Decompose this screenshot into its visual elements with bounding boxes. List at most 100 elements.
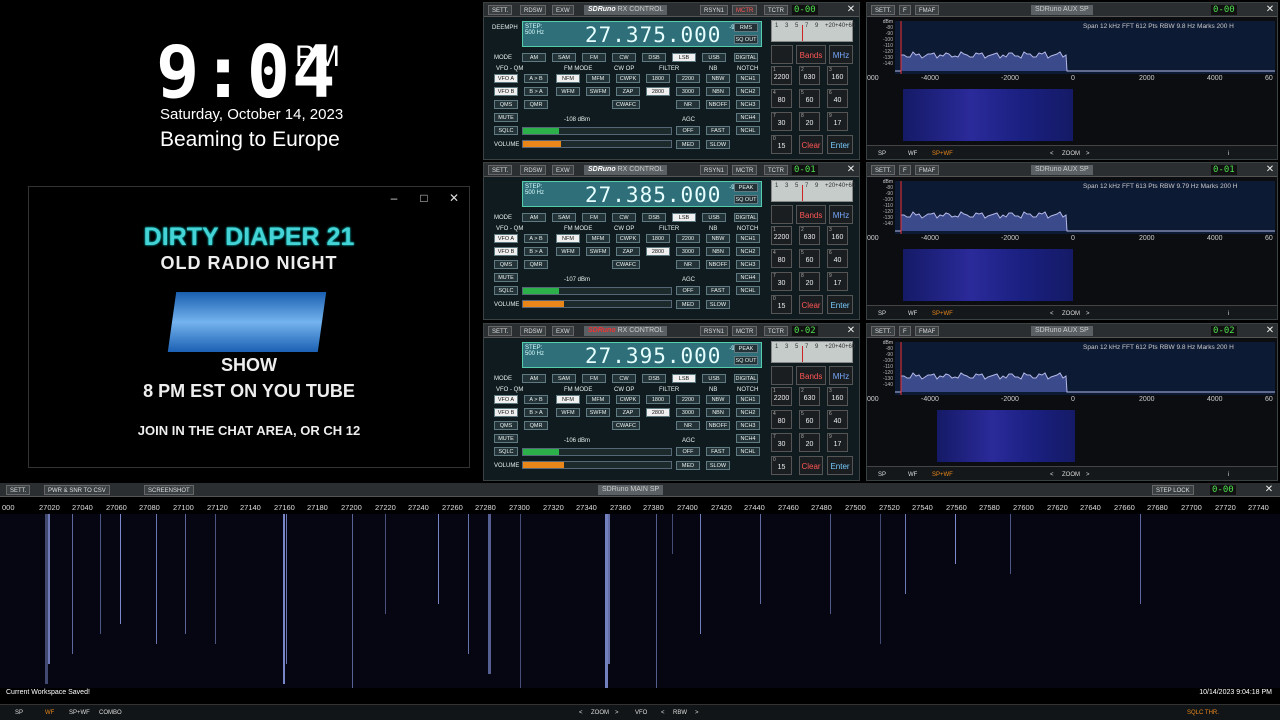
vfoa-button[interactable]: VFO A [494,74,518,83]
agc-med-button[interactable]: MED [676,140,700,149]
mode-sam-button[interactable]: SAM [552,374,576,383]
aux-spwf-button[interactable]: SP+WF [929,470,956,480]
wfm-button[interactable]: WFM [556,87,580,96]
aux-wf-button[interactable]: WF [905,309,920,319]
digital-button[interactable]: DIGITAL [734,213,758,222]
aux-wf-button[interactable]: WF [905,470,920,480]
aux-f-button[interactable]: F [899,165,911,175]
rdsw-button[interactable]: RDSW [520,326,547,336]
cwpk-button[interactable]: CWPK [616,234,640,243]
mute-button[interactable]: MUTE [494,113,518,122]
nch2-button[interactable]: NCH2 [736,87,760,96]
mode-fm-button[interactable]: FM [582,374,606,383]
mute-button[interactable]: MUTE [494,273,518,282]
aux-zoom-next[interactable]: > [1083,470,1093,480]
sqlc-button[interactable]: SQLC [494,447,518,456]
mode-lsb-button[interactable]: LSB [672,53,696,62]
main-settings-button[interactable]: SETT. [6,485,31,495]
mode-sam-button[interactable]: SAM [552,53,576,62]
bands-button[interactable]: Bands [796,366,826,385]
f1800-button[interactable]: 1800 [646,74,670,83]
footer-wf-button[interactable]: WF [42,708,57,718]
agc-fast-button[interactable]: FAST [706,447,730,456]
peak-rms-button[interactable]: RMS [734,23,758,32]
agc-fast-button[interactable]: FAST [706,286,730,295]
exw-button[interactable]: EXW [552,326,574,336]
footer-sp-button[interactable]: SP [12,708,26,718]
mode-lsb-button[interactable]: LSB [672,213,696,222]
nch4-button[interactable]: NCH4 [736,273,760,282]
aux-sp-button[interactable]: SP [875,149,889,159]
rx-settings-button[interactable]: SETT. [488,326,513,336]
mfm-button[interactable]: MFM [586,234,610,243]
nfm-button[interactable]: NFM [556,74,580,83]
rsyn-button[interactable]: RSYN1 [700,326,729,336]
mode-dsb-button[interactable]: DSB [642,374,666,383]
mhz-button[interactable]: MHz [829,366,853,385]
mode-dsb-button[interactable]: DSB [642,53,666,62]
keypad-630[interactable]: 2 630 [799,387,820,406]
f3000-button[interactable]: 3000 [676,247,700,256]
agc-slow-button[interactable]: SLOW [706,300,730,309]
f1800-button[interactable]: 1800 [646,234,670,243]
aux-settings-button[interactable]: SETT. [871,5,896,15]
squelch-slider[interactable] [522,448,672,456]
mode-am-button[interactable]: AM [522,374,546,383]
sqlc-thr-button[interactable]: SQLC THR. [1184,708,1222,718]
aux-wf-button[interactable]: WF [905,149,920,159]
keypad-30[interactable]: 7 30 [771,433,792,452]
zoom-next-button[interactable]: > [612,708,622,718]
agc-slow-button[interactable]: SLOW [706,461,730,470]
keypad-20[interactable]: 8 20 [799,112,820,131]
mode-sam-button[interactable]: SAM [552,213,576,222]
aux-fmaf-button[interactable]: FMAF [915,165,940,175]
footer-vfo-button[interactable]: VFO [632,708,650,718]
mode-cw-button[interactable]: CW [612,53,636,62]
zap-button[interactable]: ZAP [616,408,640,417]
aux-waterfall[interactable] [903,249,1073,301]
clear-button[interactable]: Clear [799,135,823,154]
zap-button[interactable]: ZAP [616,247,640,256]
exw-button[interactable]: EXW [552,165,574,175]
rx-close-button[interactable]: ✕ [846,325,856,336]
rsyn-button[interactable]: RSYN1 [700,165,729,175]
nch3-button[interactable]: NCH3 [736,421,760,430]
rbw-prev-button[interactable]: < [658,708,668,718]
aux-fmaf-button[interactable]: FMAF [915,5,940,15]
aux-spwf-button[interactable]: SP+WF [929,149,956,159]
qmr-button[interactable]: QMR [524,100,548,109]
mode-am-button[interactable]: AM [522,53,546,62]
rdsw-button[interactable]: RDSW [520,165,547,175]
keypad-17[interactable]: 9 17 [827,112,848,131]
nch2-button[interactable]: NCH2 [736,247,760,256]
sqlc-button[interactable]: SQLC [494,126,518,135]
sq-out-button[interactable]: SQ OUT [734,35,758,44]
rsyn-button[interactable]: RSYN1 [700,5,729,15]
enter-button[interactable]: Enter [827,295,853,314]
agc-med-button[interactable]: MED [676,300,700,309]
rx-settings-button[interactable]: SETT. [488,5,513,15]
nchl-button[interactable]: NCHL [736,126,760,135]
rbw-next-button[interactable]: > [692,708,702,718]
pwr-snr-csv-button[interactable]: PWR & SNR TO CSV [44,485,110,495]
ab-button[interactable]: A > B [524,234,548,243]
keypad-60[interactable]: 5 60 [799,249,820,268]
aux-sp-button[interactable]: SP [875,309,889,319]
aux-zoom-prev[interactable]: < [1047,470,1057,480]
keypad-2200[interactable]: 1 2200 [771,226,792,245]
mhz-button[interactable]: MHz [829,205,853,224]
nch3-button[interactable]: NCH3 [736,100,760,109]
squelch-slider[interactable] [522,127,672,135]
rx-close-button[interactable]: ✕ [846,164,856,175]
f2800-button[interactable]: 2800 [646,87,670,96]
keypad-160[interactable]: 3 160 [827,387,848,406]
keypad-2200[interactable]: 1 2200 [771,66,792,85]
ab-button[interactable]: A > B [524,74,548,83]
swfm-button[interactable]: SWFM [586,87,610,96]
keypad-80[interactable]: 4 80 [771,89,792,108]
tctr-button[interactable]: TCTR [764,326,788,336]
mute-button[interactable]: MUTE [494,434,518,443]
maximize-button[interactable]: □ [415,191,433,205]
mhz-button[interactable]: MHz [829,45,853,64]
enter-button[interactable]: Enter [827,456,853,475]
